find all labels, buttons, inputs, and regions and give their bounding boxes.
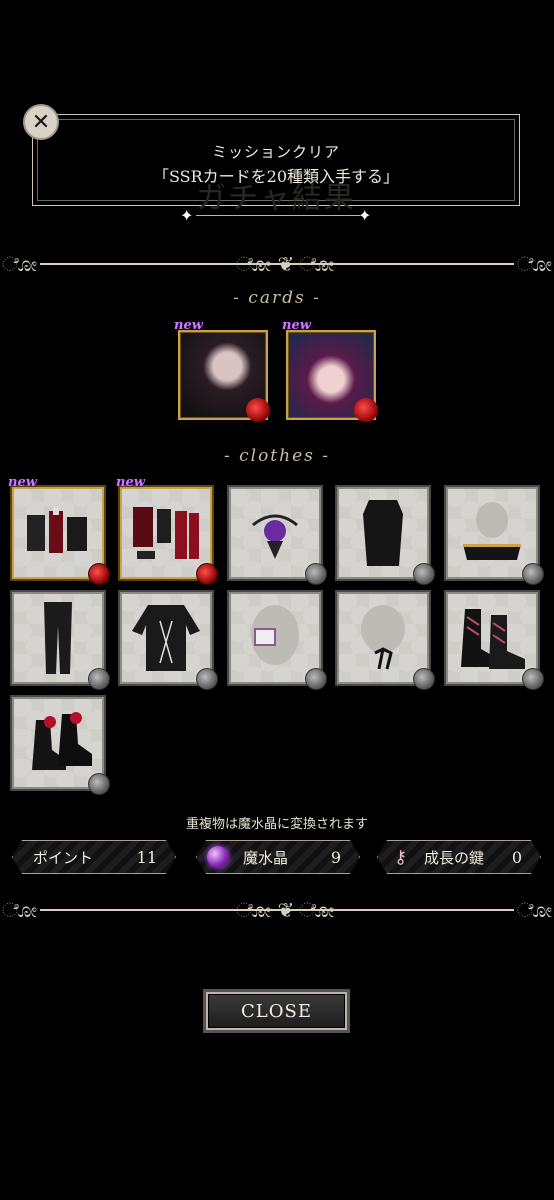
cloth-item-5[interactable] — [446, 487, 544, 585]
scroll-ornament-icon: ೋ ❦ ೋ — [236, 898, 335, 922]
mission-clear-banner: ガチャ結果 ミッションクリア 「SSRカードを20種類入手する」 — [32, 114, 520, 216]
ornament-divider-bottom: ೋ ೋ ❦ ೋ ೋ — [0, 898, 554, 922]
clothes-section-label: - clothes - — [223, 446, 331, 466]
cards-section-label: - cards - — [233, 288, 321, 308]
growth-key-value: 0 — [511, 847, 522, 867]
scroll-ornament-icon: ೋ — [516, 898, 552, 922]
outfit-set-black-red-icon — [27, 507, 87, 553]
laced-boots-icon — [461, 609, 525, 669]
sparkle-icon: ✦ — [180, 206, 194, 225]
growth-key-counter: ⚷ 成長の鍵 0 — [377, 840, 541, 874]
new-badge: new — [174, 318, 203, 333]
purple-rose-headpiece-icon — [252, 514, 298, 559]
rose-icon — [196, 668, 218, 690]
cloth-item-7[interactable] — [120, 592, 218, 690]
close-button[interactable]: CLOSE — [206, 992, 347, 1030]
cloth-item-2[interactable]: new — [116, 475, 218, 585]
rose-icon — [354, 398, 378, 422]
rose-icon — [88, 773, 110, 795]
neck-ribbon-icon — [361, 605, 405, 670]
new-badge: new — [116, 475, 145, 490]
eyepatch-icon — [251, 605, 299, 665]
black-pants-icon — [44, 602, 72, 674]
crystal-value: 9 — [330, 847, 341, 867]
dismiss-mission-button[interactable]: ✕ — [23, 104, 59, 140]
key-icon: ⚷ — [394, 846, 408, 868]
rose-icon — [305, 668, 327, 690]
new-badge: new — [8, 475, 37, 490]
cloth-item-1[interactable]: new — [8, 475, 110, 585]
rose-icon — [305, 563, 327, 585]
scroll-ornament-icon: ೋ — [516, 252, 552, 276]
card-purple-hair-character[interactable]: new — [282, 318, 378, 422]
cloth-item-9[interactable] — [337, 592, 435, 690]
crystal-label: 魔水晶 — [243, 848, 289, 867]
rose-icon — [88, 563, 110, 585]
close-icon: ✕ — [31, 109, 51, 135]
sparkle-icon: ✦ — [358, 206, 372, 225]
black-collar-icon — [463, 502, 521, 560]
mission-heading: ミッションクリア — [211, 143, 340, 161]
points-label: ポイント — [33, 848, 94, 867]
cloth-item-8[interactable] — [229, 592, 327, 690]
rose-icon — [413, 563, 435, 585]
mission-detail: 「SSRカードを20種類入手する」 — [152, 167, 400, 186]
red-ribbon-heels-icon — [32, 712, 92, 770]
duplicate-conversion-note: 重複物は魔水晶に変換されます — [185, 817, 368, 832]
scroll-ornament-icon: ೋ ❦ ೋ — [236, 252, 335, 276]
outfit-set-red-black-icon — [133, 507, 199, 559]
cloth-item-6[interactable] — [12, 592, 110, 690]
ornament-divider-top: ೋ ೋ ❦ ೋ ೋ — [0, 252, 554, 276]
crystal-counter: 魔水晶 9 — [196, 840, 360, 874]
cloth-item-11[interactable] — [12, 697, 110, 795]
growth-key-label: 成長の鍵 — [424, 848, 485, 867]
card-dark-hair-character[interactable]: new — [174, 318, 270, 422]
scroll-ornament-icon: ೋ — [2, 252, 38, 276]
points-counter: ポイント 11 — [12, 840, 176, 874]
rose-icon — [522, 563, 544, 585]
magic-crystal-icon — [207, 846, 229, 868]
cloth-item-10[interactable] — [446, 592, 544, 690]
points-value: 11 — [136, 847, 157, 867]
rose-icon — [246, 398, 270, 422]
rose-icon — [522, 668, 544, 690]
scroll-ornament-icon: ೋ — [2, 898, 38, 922]
rose-icon — [196, 563, 218, 585]
laced-shirt-icon — [132, 605, 200, 671]
new-badge: new — [282, 318, 311, 333]
cloth-item-3[interactable] — [229, 487, 327, 585]
rose-icon — [413, 668, 435, 690]
cloth-item-4[interactable] — [337, 487, 435, 585]
title-underline — [196, 215, 360, 216]
black-dress-icon — [363, 500, 403, 566]
rose-icon — [88, 668, 110, 690]
